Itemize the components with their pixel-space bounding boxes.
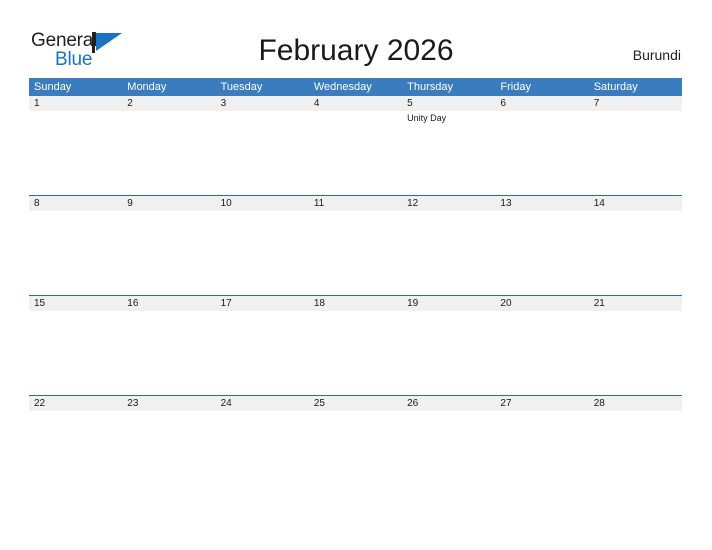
day-cell[interactable]: 26	[402, 396, 496, 495]
day-cell[interactable]: 7	[588, 96, 682, 195]
day-cell[interactable]: 10	[215, 196, 309, 295]
day-number: 12	[407, 198, 419, 209]
day-number-strip	[29, 96, 123, 111]
day-number: 15	[34, 298, 46, 309]
day-number-strip	[402, 96, 496, 111]
day-cell[interactable]: 24	[215, 396, 309, 495]
day-number: 7	[593, 98, 600, 109]
day-number: 10	[220, 198, 232, 209]
day-cell[interactable]: 16	[122, 296, 216, 395]
day-cell[interactable]: 15	[29, 296, 123, 395]
day-number: 2	[127, 98, 133, 109]
day-cell[interactable]: 19	[402, 296, 496, 395]
day-cell[interactable]: 14	[588, 196, 682, 295]
page-title: February 2026	[258, 34, 454, 67]
holiday-event: Unity Day	[407, 113, 447, 123]
day-cell[interactable]: 8	[29, 196, 123, 295]
day-cell[interactable]: 3	[215, 96, 309, 195]
weekday-thursday: Thursday	[407, 81, 453, 93]
day-number: 23	[127, 398, 139, 409]
day-cell[interactable]: 27	[495, 396, 589, 495]
week-body: 22 23 24 25 26 27 28	[29, 396, 682, 495]
week-body: 8 9 10 11 12 13 14	[29, 196, 682, 295]
day-number: 22	[34, 398, 46, 409]
page-header: General Blue February 2026 Burundi	[0, 0, 712, 78]
day-cell[interactable]: 1	[29, 96, 123, 195]
week-body: 1 2 3 4 5 Unity Day 6 7	[29, 96, 682, 195]
day-number: 25	[313, 398, 325, 409]
day-cell[interactable]: 23	[122, 396, 216, 495]
day-number: 26	[407, 398, 419, 409]
day-number-strip	[215, 96, 309, 111]
calendar-week-row: 15 16 17 18 19 20 21	[29, 295, 682, 395]
day-number: 27	[500, 398, 512, 409]
day-cell[interactable]: 11	[308, 196, 403, 295]
day-number: 28	[593, 398, 605, 409]
country-label: Burundi	[632, 47, 681, 63]
calendar-week-row: 1 2 3 4 5 Unity Day 6 7	[29, 96, 682, 195]
calendar-week-row: 22 23 24 25 26 27 28	[29, 395, 682, 495]
weekday-friday: Friday	[500, 81, 531, 93]
day-number: 4	[313, 98, 320, 109]
day-number: 5	[407, 98, 413, 109]
day-number: 24	[220, 398, 232, 409]
day-events: Unity Day	[407, 112, 492, 124]
day-cell[interactable]: 25	[308, 396, 403, 495]
day-number-strip	[495, 96, 589, 111]
day-number: 18	[313, 298, 325, 309]
weekday-wednesday: Wednesday	[313, 81, 372, 93]
day-cell[interactable]: 6	[495, 96, 589, 195]
calendar-page: General Blue February 2026 Burundi Sunda…	[0, 0, 712, 550]
day-number: 16	[127, 298, 139, 309]
day-cell[interactable]: 17	[215, 296, 309, 395]
day-cell[interactable]: 22	[29, 396, 123, 495]
weekday-sunday: Sunday	[34, 81, 72, 93]
day-number-strip	[122, 196, 216, 211]
day-cell[interactable]: 12	[402, 196, 496, 295]
weekday-tuesday: Tuesday	[220, 81, 263, 93]
day-number-strip	[122, 96, 216, 111]
day-number: 1	[34, 98, 40, 109]
day-cell[interactable]: 20	[495, 296, 589, 395]
calendar-weeks: 1 2 3 4 5 Unity Day 6 7 8 9 10 11 12 13 14 15 16 17 18 19 20…	[29, 96, 682, 495]
day-number: 20	[500, 298, 512, 309]
day-number: 17	[220, 298, 232, 309]
day-number-strip	[308, 96, 403, 111]
weekday-monday: Monday	[127, 81, 167, 93]
day-number: 21	[593, 298, 605, 309]
day-number-strip	[29, 196, 123, 211]
calendar-grid: Sunday Monday Tuesday Wednesday Thursday…	[29, 78, 682, 495]
day-cell[interactable]: 5 Unity Day	[402, 96, 496, 195]
day-cell[interactable]: 21	[588, 296, 682, 395]
day-cell[interactable]: 9	[122, 196, 216, 295]
calendar-week-row: 8 9 10 11 12 13 14	[29, 195, 682, 295]
day-number-strip	[588, 96, 682, 111]
week-body: 15 16 17 18 19 20 21	[29, 296, 682, 395]
day-number: 6	[500, 98, 506, 109]
weekday-header-row: Sunday Monday Tuesday Wednesday Thursday…	[29, 78, 682, 96]
day-cell[interactable]: 13	[495, 196, 589, 295]
day-number: 3	[220, 98, 227, 109]
day-cell[interactable]: 28	[588, 396, 682, 495]
day-cell[interactable]: 4	[308, 96, 403, 195]
day-number: 11	[313, 198, 325, 209]
weekday-saturday: Saturday	[593, 81, 638, 93]
day-number: 19	[407, 298, 419, 309]
day-number: 13	[500, 198, 512, 209]
day-cell[interactable]: 18	[308, 296, 403, 395]
day-number: 14	[593, 198, 605, 209]
day-number: 8	[34, 198, 40, 209]
day-number: 9	[127, 198, 133, 209]
day-cell[interactable]: 2	[122, 96, 216, 195]
